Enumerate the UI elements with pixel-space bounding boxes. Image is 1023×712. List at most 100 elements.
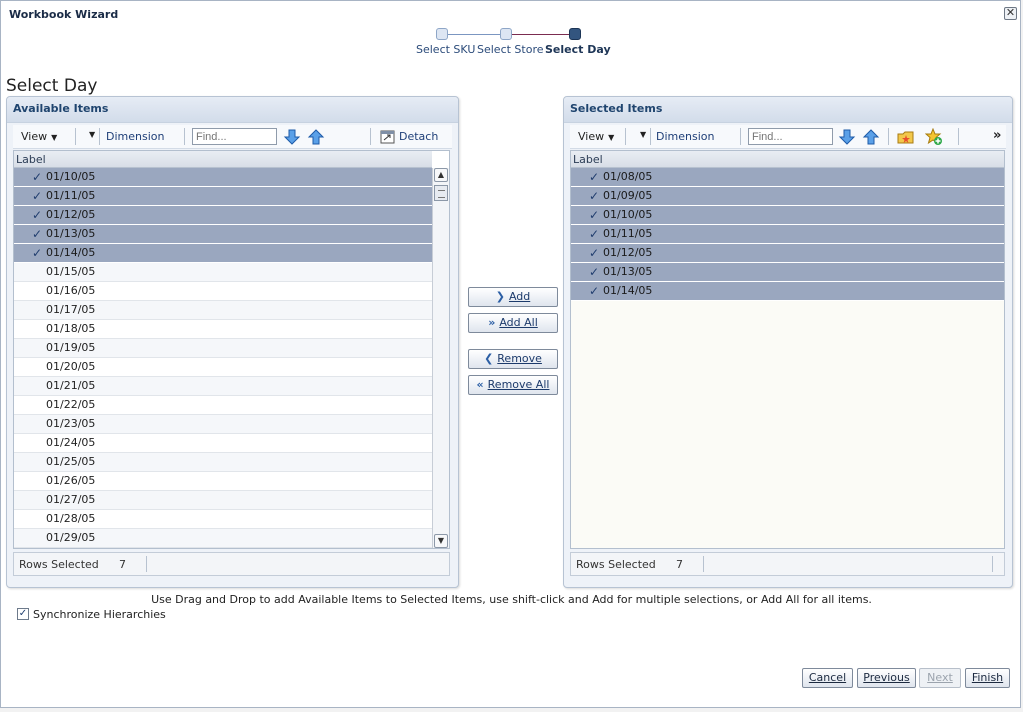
table-row[interactable]: 01/20/05 <box>14 358 432 377</box>
table-row[interactable]: ✓ 01/08/05 <box>571 168 1004 187</box>
row-label: 01/14/05 <box>46 246 96 259</box>
previous-button[interactable]: Previous <box>857 668 916 688</box>
cancel-button[interactable]: Cancel <box>802 668 853 688</box>
rows-selected-label: Rows Selected <box>19 558 99 571</box>
row-label: 01/09/05 <box>603 189 653 202</box>
remove-all-button[interactable]: «Remove All <box>468 375 558 395</box>
train-stop-sku[interactable] <box>436 28 448 40</box>
check-icon: ✓ <box>32 246 43 260</box>
table-row[interactable]: 01/24/05 <box>14 434 432 453</box>
table-row[interactable]: ✓ 01/12/05 <box>14 206 432 225</box>
column-header-label[interactable]: Label <box>14 151 432 168</box>
train-label-sku[interactable]: Select SKU <box>416 43 475 56</box>
table-row[interactable]: 01/27/05 <box>14 491 432 510</box>
row-label: 01/11/05 <box>46 189 96 202</box>
folder-favorite-icon[interactable] <box>897 128 915 146</box>
table-row[interactable]: 01/23/05 <box>14 415 432 434</box>
table-row[interactable]: ✓ 01/14/05 <box>14 244 432 263</box>
row-label: 01/20/05 <box>46 360 96 373</box>
window-title: Workbook Wizard <box>9 8 119 21</box>
train-stop-store[interactable] <box>500 28 512 40</box>
table-row[interactable]: ✓ 01/12/05 <box>571 244 1004 263</box>
toolbar-separator <box>625 128 626 145</box>
detach-icon[interactable] <box>379 128 397 146</box>
check-icon: ✓ <box>32 227 43 241</box>
table-row[interactable]: ✓ 01/10/05 <box>571 206 1004 225</box>
row-label: 01/12/05 <box>46 208 96 221</box>
remove-button[interactable]: ❮ Remove <box>468 349 558 369</box>
toolbar-separator <box>958 128 959 145</box>
view-menu[interactable]: View ▼ <box>578 130 614 143</box>
check-icon: ✓ <box>589 189 600 203</box>
table-row[interactable]: ✓ 01/11/05 <box>571 225 1004 244</box>
check-icon: ✓ <box>32 189 43 203</box>
dimension-dropdown-icon[interactable]: ▼ <box>89 130 95 139</box>
table-row[interactable]: ✓ 01/11/05 <box>14 187 432 206</box>
find-input[interactable] <box>748 128 833 145</box>
find-input[interactable] <box>192 128 277 145</box>
scroll-down-icon[interactable]: ▼ <box>434 534 448 548</box>
finish-button[interactable]: Finish <box>965 668 1010 688</box>
scroll-thumb[interactable] <box>434 185 448 201</box>
table-row[interactable]: ✓ 01/13/05 <box>14 225 432 244</box>
toolbar-separator <box>650 128 651 145</box>
arrow-down-icon[interactable] <box>283 128 301 146</box>
synchronize-checkbox[interactable]: ✓ <box>17 608 29 620</box>
table-row[interactable]: 01/22/05 <box>14 396 432 415</box>
arrow-up-icon[interactable] <box>307 128 325 146</box>
row-label: 01/14/05 <box>603 284 653 297</box>
dimension-menu[interactable]: Dimension <box>656 130 714 143</box>
table-row[interactable]: 01/15/05 <box>14 263 432 282</box>
table-row[interactable]: 01/19/05 <box>14 339 432 358</box>
table-row[interactable]: ✓ 01/14/05 <box>571 282 1004 301</box>
table-row[interactable]: 01/18/05 <box>14 320 432 339</box>
table-row[interactable]: 01/29/05 <box>14 529 432 548</box>
check-icon: ✓ <box>589 208 600 222</box>
caret-down-icon: ▼ <box>51 133 58 142</box>
status-separator <box>146 556 147 572</box>
train-label-store[interactable]: Select Store <box>477 43 544 56</box>
dimension-menu[interactable]: Dimension <box>106 130 164 143</box>
arrow-up-icon[interactable] <box>862 128 880 146</box>
view-menu-label: View <box>21 130 48 143</box>
add-favorite-icon[interactable] <box>925 128 943 146</box>
row-label: 01/27/05 <box>46 493 96 506</box>
close-icon[interactable]: ✕ <box>1004 7 1017 20</box>
table-row[interactable]: 01/16/05 <box>14 282 432 301</box>
chevron-left-icon: ❮ <box>484 352 494 365</box>
add-all-button[interactable]: » Add All <box>468 313 558 333</box>
table-row[interactable]: 01/30/05 <box>14 548 432 549</box>
row-label: 01/11/05 <box>603 227 653 240</box>
table-row[interactable]: ✓ 01/09/05 <box>571 187 1004 206</box>
available-items-table: Label ✓ 01/10/05 ✓ 01/11/05 ✓ 01/12/05 ✓ 01/13/… <box>13 150 450 549</box>
table-row[interactable]: ✓ 01/10/05 <box>14 168 432 187</box>
table-row[interactable]: 01/25/05 <box>14 453 432 472</box>
next-button[interactable]: Next <box>919 668 961 688</box>
selected-status-bar: Rows Selected 7 <box>570 552 1005 576</box>
arrow-down-icon[interactable] <box>838 128 856 146</box>
column-header-label[interactable]: Label <box>571 151 1004 168</box>
status-separator <box>992 556 993 572</box>
synchronize-hierarchies[interactable]: ✓ Synchronize Hierarchies <box>17 608 166 621</box>
table-row[interactable]: 01/26/05 <box>14 472 432 491</box>
check-icon: ✓ <box>32 208 43 222</box>
detach-button[interactable]: Detach <box>399 130 438 143</box>
previous-button-label: Previous <box>863 671 910 684</box>
add-button[interactable]: ❯ Add <box>468 287 558 307</box>
selected-items-panel: Selected Items View ▼ ▼ Dimension Find..… <box>563 96 1013 588</box>
vertical-scrollbar[interactable]: ▲ ▼ <box>432 168 449 548</box>
table-row[interactable]: 01/28/05 <box>14 510 432 529</box>
chevron-right-icon: ❯ <box>495 290 505 303</box>
row-label: 01/13/05 <box>46 227 96 240</box>
row-label: 01/21/05 <box>46 379 96 392</box>
dimension-dropdown-icon[interactable]: ▼ <box>640 130 646 139</box>
view-menu[interactable]: View ▼ <box>21 130 57 143</box>
table-row[interactable]: 01/17/05 <box>14 301 432 320</box>
row-label: 01/24/05 <box>46 436 96 449</box>
table-row[interactable]: ✓ 01/13/05 <box>571 263 1004 282</box>
scroll-up-icon[interactable]: ▲ <box>434 168 448 182</box>
more-icon[interactable]: » <box>993 128 1001 143</box>
row-label: 01/13/05 <box>603 265 653 278</box>
train-connector <box>446 34 507 35</box>
table-row[interactable]: 01/21/05 <box>14 377 432 396</box>
